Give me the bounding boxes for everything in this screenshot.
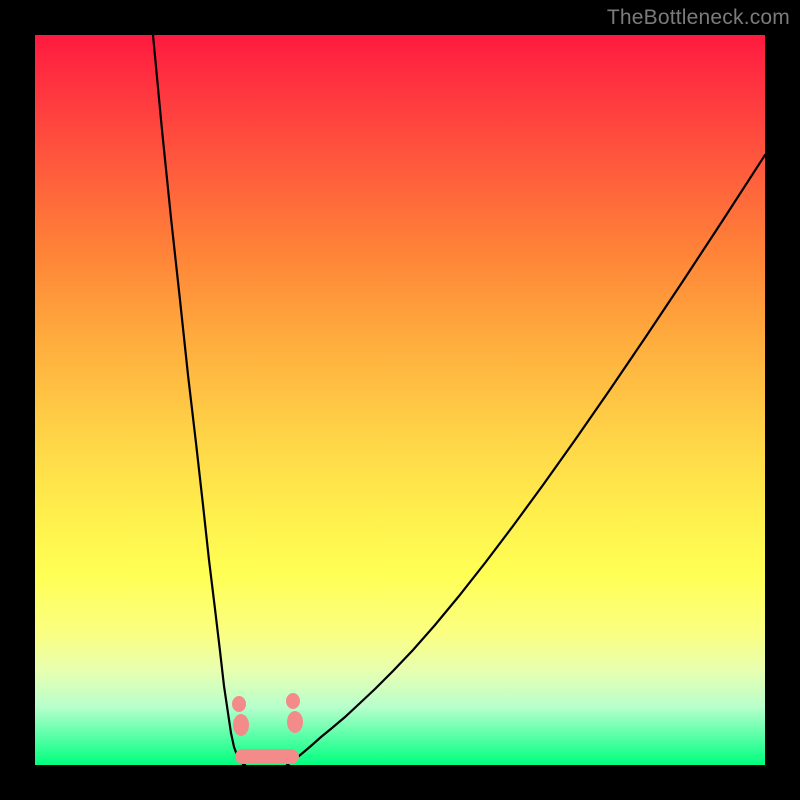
plot-area bbox=[35, 35, 765, 765]
chart-frame: TheBottleneck.com bbox=[0, 0, 800, 800]
left-curve bbox=[153, 35, 245, 765]
right-curve bbox=[287, 155, 765, 765]
bottom-lobe bbox=[235, 749, 299, 764]
left-lobe-bottom bbox=[233, 714, 249, 736]
right-lobe-bottom bbox=[287, 711, 303, 733]
left-lobe-top bbox=[232, 696, 246, 712]
right-lobe-top bbox=[286, 693, 300, 709]
watermark-text: TheBottleneck.com bbox=[607, 6, 790, 30]
curve-layer bbox=[35, 35, 765, 765]
